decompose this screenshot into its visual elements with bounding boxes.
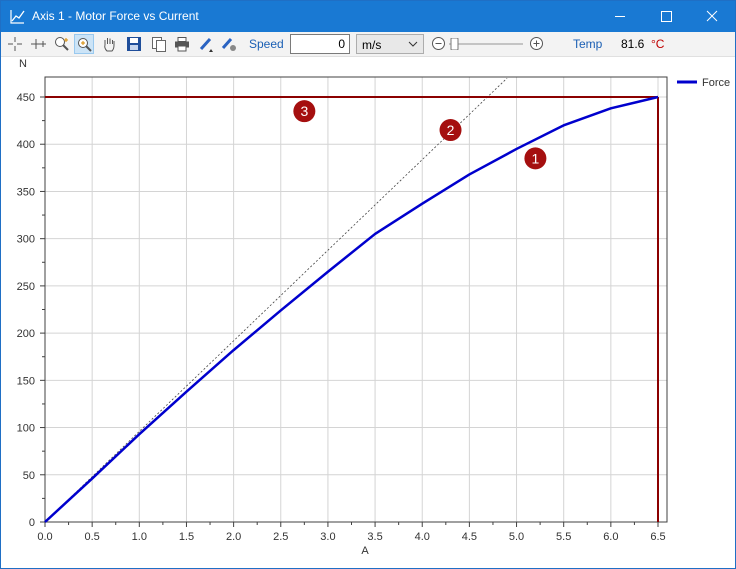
- speed-slider[interactable]: [447, 38, 525, 50]
- y-tick-label: 150: [17, 375, 35, 387]
- y-tick-label: 350: [17, 186, 35, 198]
- save-button[interactable]: [124, 34, 144, 54]
- close-icon: [706, 10, 718, 22]
- x-tick-label: 4.0: [415, 531, 430, 543]
- x-tick-label: 3.0: [320, 531, 335, 543]
- print-button[interactable]: [172, 34, 192, 54]
- temp-label: Temp: [573, 37, 603, 51]
- zoom-select-icon: [78, 38, 92, 52]
- app-window: Axis 1 - Motor Force vs Current Speed 0 …: [0, 0, 736, 569]
- speed-increase-icon[interactable]: [529, 36, 544, 51]
- pen-settings-button[interactable]: [219, 34, 239, 54]
- y-axis-label: N: [19, 58, 27, 70]
- maximize-button[interactable]: [643, 1, 689, 32]
- zoom-button[interactable]: [52, 34, 72, 54]
- x-tick-label: 4.5: [462, 531, 477, 543]
- maximize-icon: [661, 11, 672, 22]
- chevron-down-icon: [408, 41, 418, 47]
- pen-icon: [199, 37, 213, 52]
- y-tick-label: 200: [17, 328, 35, 340]
- axis-ticks: 0.0 0.5 1.0 1.5 2.0 2.5 3.0 3.5 4.0 4.5 5.0 5.5 6.0 6…: [17, 92, 666, 543]
- x-axis-label: A: [361, 545, 369, 557]
- y-tick-label: 300: [17, 234, 35, 246]
- y-tick-label: 450: [17, 92, 35, 104]
- slider-thumb[interactable]: [450, 38, 459, 50]
- y-tick-label: 50: [23, 470, 35, 482]
- crosshair-icon: [8, 37, 22, 51]
- speed-label: Speed: [249, 37, 284, 51]
- legend-label: Force: [702, 77, 730, 89]
- print-icon: [175, 37, 189, 52]
- y-tick-label: 100: [17, 423, 35, 435]
- minimize-icon: [615, 16, 625, 17]
- x-tick-label: 6.5: [650, 531, 665, 543]
- move-cursor-button[interactable]: [28, 34, 48, 54]
- annotations: 1 2 3: [293, 100, 547, 170]
- toolbar: Speed m/s Temp 81.6 °C: [1, 32, 735, 57]
- annotation-label: 3: [300, 103, 308, 119]
- x-tick-label: 5.0: [509, 531, 524, 543]
- y-tick-label: 400: [17, 139, 35, 151]
- pen-settings-icon: [221, 38, 236, 51]
- x-tick-label: 1.0: [132, 531, 147, 543]
- chart-grid: [44, 77, 667, 523]
- title-bar[interactable]: Axis 1 - Motor Force vs Current: [1, 1, 735, 32]
- speed-unit-value: m/s: [362, 38, 382, 52]
- x-tick-label: 3.5: [367, 531, 382, 543]
- minimize-button[interactable]: [597, 1, 643, 32]
- x-tick-label: 0.0: [37, 531, 52, 543]
- annotation-label: 2: [447, 122, 455, 138]
- pan-hand-icon: [104, 38, 115, 52]
- speed-unit-select[interactable]: m/s: [356, 34, 424, 54]
- speed-input[interactable]: [290, 34, 350, 54]
- x-tick-label: 2.5: [273, 531, 288, 543]
- x-tick-label: 5.5: [556, 531, 571, 543]
- pan-button[interactable]: [99, 34, 119, 54]
- force-current-chart[interactable]: 0.0 0.5 1.0 1.5 2.0 2.5 3.0 3.5 4.0 4.5 5.0 5.5 6.0 6…: [1, 56, 735, 568]
- x-tick-label: 1.5: [179, 531, 194, 543]
- pen-button[interactable]: [196, 34, 216, 54]
- y-tick-label: 250: [17, 281, 35, 293]
- copy-button[interactable]: [149, 34, 169, 54]
- speed-decrease-icon[interactable]: [431, 36, 446, 51]
- annotation-label: 1: [532, 150, 540, 166]
- x-tick-label: 0.5: [85, 531, 100, 543]
- save-icon: [127, 37, 141, 51]
- x-tick-label: 2.0: [226, 531, 241, 543]
- zoom-icon: [55, 37, 69, 51]
- window-title: Axis 1 - Motor Force vs Current: [32, 9, 199, 23]
- y-tick-label: 0: [29, 517, 35, 529]
- zoom-select-button[interactable]: [74, 34, 94, 54]
- temp-unit: °C: [651, 37, 665, 51]
- x-tick-label: 6.0: [603, 531, 618, 543]
- force-series-line: [44, 95, 659, 523]
- copy-icon: [152, 37, 166, 52]
- legend[interactable]: Force: [677, 77, 730, 89]
- close-button[interactable]: [689, 1, 735, 32]
- temp-value: 81.6: [621, 37, 645, 51]
- crosshair-button[interactable]: [5, 34, 25, 54]
- move-cursor-icon: [31, 39, 46, 49]
- chart-app-icon: [10, 10, 25, 24]
